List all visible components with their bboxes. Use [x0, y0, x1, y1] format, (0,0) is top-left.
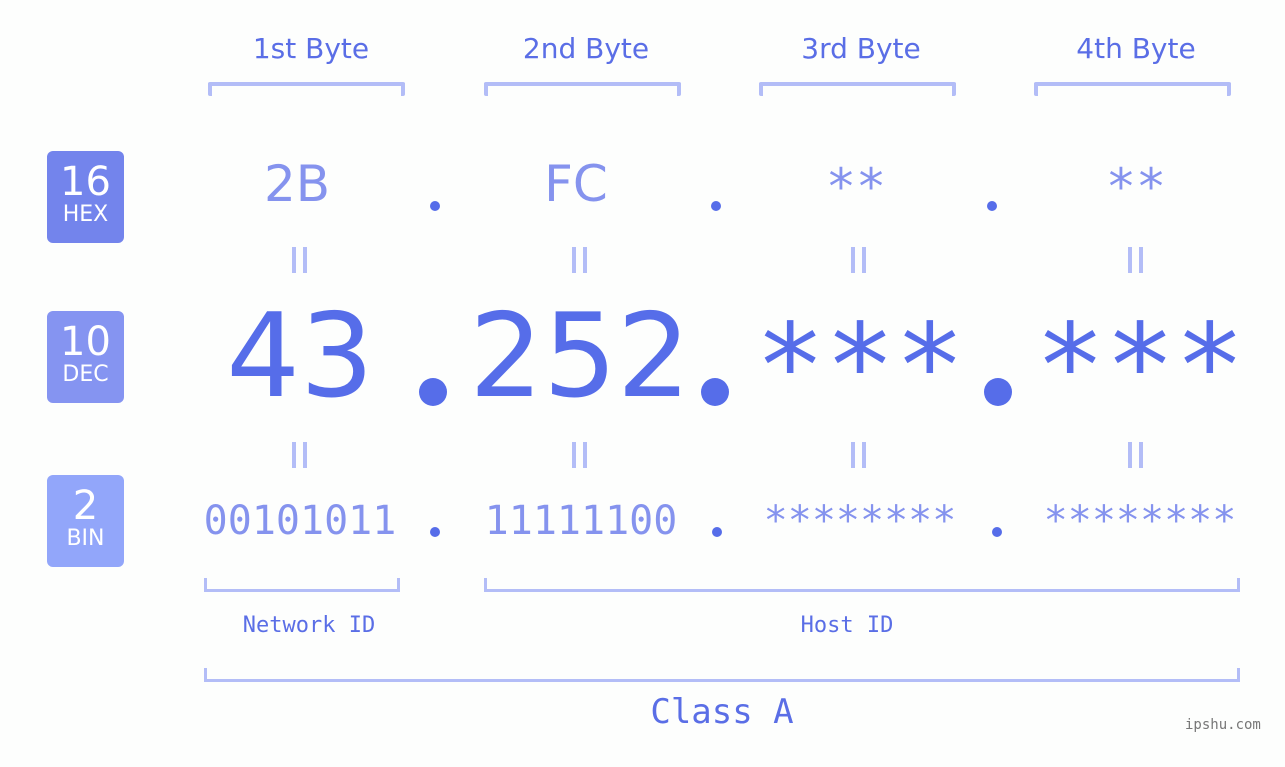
hex-badge: 16 HEX: [47, 151, 124, 243]
byte-3-bracket: [759, 82, 956, 96]
bin-badge: 2 BIN: [47, 475, 124, 567]
hex-byte-1: 2B: [263, 155, 331, 213]
bin-badge-number: 2: [72, 483, 99, 529]
equals-icon: [292, 247, 308, 273]
dec-byte-1: 43: [226, 289, 374, 424]
byte-2-bracket: [484, 82, 681, 96]
class-label: Class A: [650, 692, 794, 732]
bin-byte-1: 00101011: [203, 498, 397, 544]
equals-icon: [851, 442, 867, 468]
hex-badge-number: 16: [60, 159, 111, 205]
class-bracket: [204, 668, 1240, 682]
equals-icon: [1128, 247, 1144, 273]
hex-byte-3: **: [825, 158, 887, 216]
hex-byte-4: **: [1105, 158, 1167, 216]
dec-badge-label: DEC: [62, 362, 109, 387]
network-id-bracket: [204, 578, 400, 592]
byte-header-2: 2nd Byte: [522, 32, 650, 65]
equals-icon: [572, 442, 588, 468]
network-id-label: Network ID: [242, 613, 376, 638]
bin-dot-2: [712, 527, 722, 537]
bin-dot-3: [992, 527, 1002, 537]
hex-dot-2: [711, 201, 721, 211]
watermark: ipshu.com: [1185, 717, 1261, 733]
bin-dot-1: [430, 527, 440, 537]
bin-byte-4: ********: [1043, 498, 1237, 544]
host-id-bracket: [484, 578, 1240, 592]
dec-badge-number: 10: [60, 319, 111, 365]
byte-header-1: 1st Byte: [252, 32, 370, 65]
equals-icon: [1128, 442, 1144, 468]
equals-icon: [292, 442, 308, 468]
hex-badge-label: HEX: [62, 202, 109, 227]
dec-byte-2: 252: [469, 289, 691, 424]
hex-dot-3: [987, 201, 997, 211]
dec-dot-1: [419, 378, 447, 406]
byte-header-3: 3rd Byte: [801, 32, 921, 65]
dec-dot-2: [701, 378, 729, 406]
equals-icon: [851, 247, 867, 273]
equals-icon: [572, 247, 588, 273]
host-id-label: Host ID: [800, 613, 894, 638]
bin-byte-3: ********: [763, 498, 957, 544]
hex-byte-2: FC: [544, 155, 608, 213]
dec-dot-3: [984, 378, 1012, 406]
dec-byte-3: ***: [755, 299, 965, 434]
byte-1-bracket: [208, 82, 405, 96]
hex-dot-1: [430, 201, 440, 211]
byte-4-bracket: [1034, 82, 1231, 96]
bin-byte-2: 11111100: [484, 498, 678, 544]
dec-byte-4: ***: [1035, 299, 1245, 434]
dec-badge: 10 DEC: [47, 311, 124, 403]
byte-header-4: 4th Byte: [1076, 32, 1196, 65]
bin-badge-label: BIN: [66, 526, 105, 551]
